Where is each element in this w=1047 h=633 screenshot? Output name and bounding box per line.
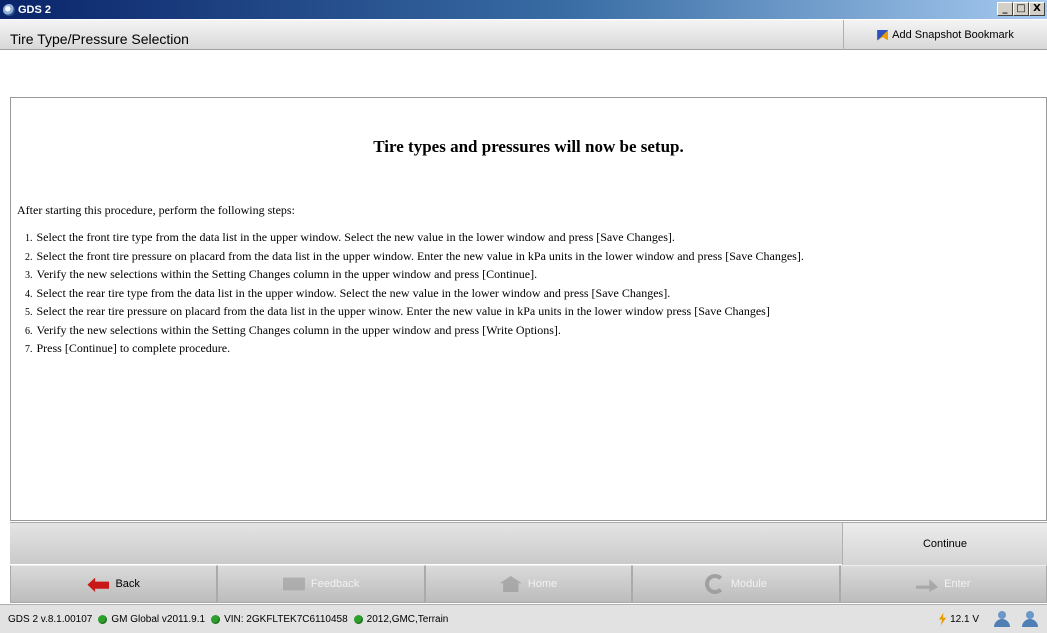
back-arrow-icon bbox=[87, 577, 110, 592]
steps-list: 1. Select the front tire type from the da… bbox=[25, 228, 804, 358]
back-button[interactable]: Back bbox=[10, 565, 218, 603]
version-label: GDS 2 v.8.1.00107 bbox=[8, 613, 93, 625]
battery-bolt-icon bbox=[938, 612, 947, 626]
envelope-icon bbox=[282, 577, 305, 591]
status-ok-icon bbox=[353, 614, 363, 624]
module-refresh-icon bbox=[704, 574, 725, 594]
list-item: 5. Select the rear tire pressure on placa… bbox=[25, 304, 770, 318]
vin-status: VIN: 2GKFLTEK7C6110458 bbox=[211, 614, 348, 625]
bookmark-icon bbox=[877, 29, 889, 41]
list-item: 3. Verify the new selections within the S… bbox=[25, 267, 538, 281]
upper-blank-area bbox=[10, 51, 1047, 97]
status-bar: GDS 2 v.8.1.00107 GM Global v2011.9.1 VI… bbox=[0, 604, 1047, 633]
list-item: 6. Verify the new selections within the S… bbox=[25, 322, 561, 337]
list-item: 1. Select the front tire type from the da… bbox=[25, 230, 675, 244]
action-bar: Continue bbox=[10, 522, 1047, 565]
status-ok-icon bbox=[98, 614, 108, 624]
instructions-intro: After starting this procedure, perform t… bbox=[17, 203, 295, 217]
bottom-navigation: Back Feedback Home Module Enter bbox=[10, 565, 1047, 603]
instructions-panel: Tire types and pressures will now be set… bbox=[10, 97, 1047, 521]
add-snapshot-bookmark-button[interactable]: Add Snapshot Bookmark bbox=[843, 20, 1047, 50]
page-title: Tire Type/Pressure Selection bbox=[10, 31, 189, 47]
window-title: GDS 2 bbox=[18, 3, 52, 16]
list-item: 2. Select the front tire pressure on plac… bbox=[25, 248, 804, 263]
status-ok-icon bbox=[211, 614, 221, 624]
minimize-button[interactable]: _ bbox=[997, 2, 1013, 16]
module-button[interactable]: Module bbox=[632, 565, 840, 603]
bookmark-label: Add Snapshot Bookmark bbox=[892, 29, 1014, 41]
window-title-bar: GDS 2 _ □ X bbox=[0, 0, 1047, 19]
page-header: Tire Type/Pressure Selection Add Snapsho… bbox=[0, 20, 1047, 50]
close-button[interactable]: X bbox=[1029, 2, 1045, 16]
voltage-readout: 12.1 V bbox=[950, 613, 979, 625]
continue-button[interactable]: Continue bbox=[842, 523, 1047, 565]
user-connect-icon[interactable] bbox=[1019, 610, 1041, 628]
user-search-icon[interactable] bbox=[991, 610, 1013, 628]
instructions-heading: Tire types and pressures will now be set… bbox=[373, 137, 684, 156]
list-item: 7. Press [Continue] to complete procedure… bbox=[25, 341, 231, 355]
app-icon bbox=[3, 3, 15, 16]
enter-arrow-icon bbox=[916, 579, 939, 592]
home-icon bbox=[499, 576, 522, 592]
global-status: GM Global v2011.9.1 bbox=[98, 614, 205, 625]
vehicle-status: 2012,GMC,Terrain bbox=[353, 614, 448, 625]
enter-button[interactable]: Enter bbox=[839, 565, 1047, 603]
maximize-button[interactable]: □ bbox=[1013, 2, 1029, 16]
list-item: 4. Select the rear tire type from the dat… bbox=[25, 285, 671, 300]
status-right: 12.1 V bbox=[938, 610, 1041, 628]
home-button[interactable]: Home bbox=[424, 565, 633, 603]
window-controls: _ □ X bbox=[997, 2, 1045, 16]
feedback-button[interactable]: Feedback bbox=[217, 565, 425, 603]
